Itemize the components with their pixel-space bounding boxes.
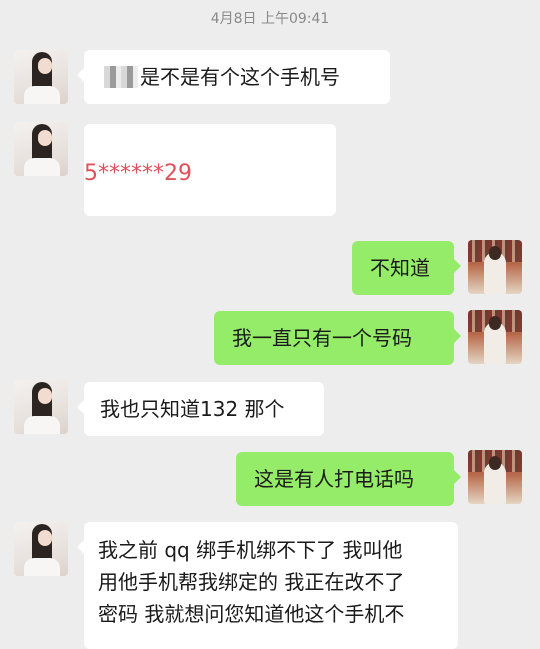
my-avatar[interactable] <box>468 310 522 364</box>
message-bubble-outgoing[interactable]: 这是有人打电话吗 <box>236 452 461 506</box>
contact-avatar[interactable] <box>14 380 68 434</box>
message-line: 我之前 qq 绑手机绑不下了 我叫他 <box>98 538 403 562</box>
message-bubble-outgoing[interactable]: 我一直只有一个号码 <box>214 311 461 365</box>
message-bubble-incoming[interactable]: 是不是有个这个手机号 <box>77 50 390 104</box>
contact-avatar[interactable] <box>14 522 68 576</box>
message-text: 不知道 <box>370 256 430 280</box>
message-line: 密码 我就想问您知道他这个手机不 <box>98 602 405 626</box>
message-bubble-outgoing[interactable]: 不知道 <box>352 241 461 295</box>
message-line: 用他手机帮我绑定的 我正在改不了 <box>98 570 405 594</box>
message-text: 我一直只有一个号码 <box>232 326 412 350</box>
redacted-name <box>104 66 138 88</box>
message-text: 我也只知道132 那个 <box>100 397 285 421</box>
message-text: 这是有人打电话吗 <box>254 467 414 491</box>
contact-avatar[interactable] <box>14 50 68 104</box>
my-avatar[interactable] <box>468 450 522 504</box>
masked-phone-number: 5******29 <box>84 161 192 186</box>
chat-timestamp: 4月8日 上午09:41 <box>210 11 330 27</box>
message-text: 是不是有个这个手机号 <box>140 65 340 89</box>
message-bubble-incoming[interactable]: 我也只知道132 那个 <box>77 382 324 436</box>
message-bubble-incoming[interactable]: 我之前 qq 绑手机绑不下了 我叫他 用他手机帮我绑定的 我正在改不了 密码 我… <box>77 522 458 649</box>
image-message[interactable]: 5******29 <box>84 124 336 216</box>
my-avatar[interactable] <box>468 240 522 294</box>
contact-avatar[interactable] <box>14 122 68 176</box>
